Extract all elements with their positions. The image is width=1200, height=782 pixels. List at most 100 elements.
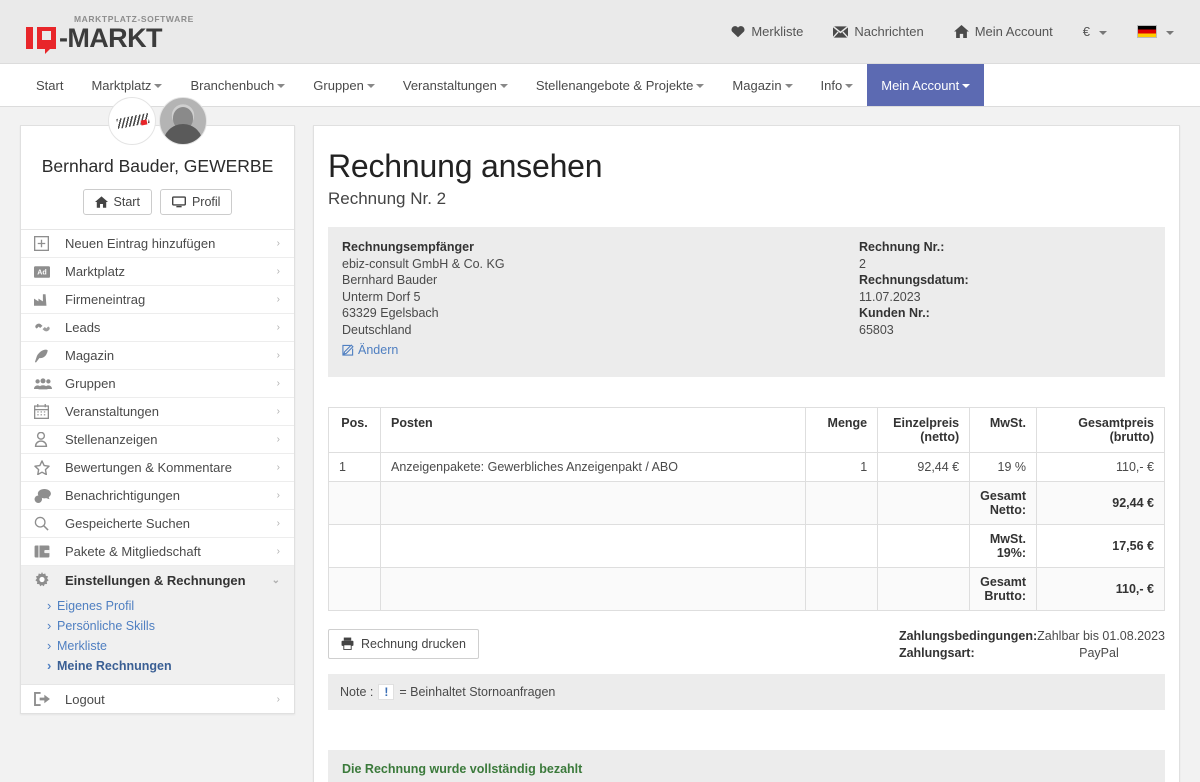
heart-icon xyxy=(731,25,745,38)
summary-value: 110,- € xyxy=(1036,566,1165,611)
user-photo-avatar[interactable] xyxy=(159,97,207,145)
chevron-right-icon: › xyxy=(276,546,280,557)
invoice-meta-key: Rechnungsdatum: xyxy=(859,273,969,287)
currency-selector[interactable]: € xyxy=(1083,24,1107,39)
chevron-down-icon xyxy=(962,84,971,88)
sidebar-item-logout[interactable]: Logout › xyxy=(21,685,294,713)
payment-method-value: PayPal xyxy=(1079,645,1119,660)
chevron-right-icon: › xyxy=(276,350,280,361)
chevron-down-icon: ⌄ xyxy=(271,574,280,586)
spacer-cell xyxy=(379,480,807,525)
sidebar-item-label: Magazin xyxy=(65,348,115,363)
language-selector[interactable] xyxy=(1137,25,1174,38)
nav-item-stellenangebote[interactable]: Stellenangebote & Projekte xyxy=(522,64,719,106)
sidebar-subitem-persoenliche-skills[interactable]: Persönliche Skills xyxy=(47,616,294,636)
edit-icon xyxy=(342,344,354,356)
cell-gesamtpreis: 110,- € xyxy=(1036,451,1165,482)
sidebar-item-firmeneintrag[interactable]: Firmeneintrag › xyxy=(21,286,294,314)
nav-label: Branchenbuch xyxy=(190,77,275,93)
company-logo-avatar[interactable] xyxy=(108,97,156,145)
calendar-icon xyxy=(34,404,56,420)
sidebar-subitem-merkliste[interactable]: Merkliste xyxy=(47,636,294,656)
summary-label: Gesamt Brutto: xyxy=(969,566,1037,611)
svg-text:Ad: Ad xyxy=(37,268,46,276)
col-posten: Posten xyxy=(379,406,807,453)
chevron-down-icon xyxy=(1099,30,1107,35)
person-icon xyxy=(34,432,56,448)
sidebar-item-label: Leads xyxy=(65,320,101,335)
nav-item-gruppen[interactable]: Gruppen xyxy=(299,64,389,106)
sidebar-item-label: Bewertungen & Kommentare xyxy=(65,460,232,475)
print-invoice-button[interactable]: Rechnung drucken xyxy=(328,628,479,659)
sidebar-subitem-meine-rechnungen[interactable]: Meine Rechnungen xyxy=(47,656,294,676)
sidebar-item-magazin[interactable]: Magazin › xyxy=(21,342,294,370)
sidebar-start-button[interactable]: Start xyxy=(82,189,152,215)
spacer-cell xyxy=(877,480,971,525)
sidebar-item-einstellungen[interactable]: Einstellungen & Rechnungen ⌄ xyxy=(21,566,294,594)
sidebar-item-gespeicherte-suchen[interactable]: Gespeicherte Suchen › xyxy=(21,510,294,538)
sidebar-item-neuer-eintrag[interactable]: Neuen Eintrag hinzufügen › xyxy=(21,230,294,258)
sidebar-item-stellenanzeigen[interactable]: Stellenanzeigen › xyxy=(21,426,294,454)
search-icon xyxy=(34,516,56,532)
page-subtitle: Rechnung Nr. 2 xyxy=(328,189,447,208)
gear-icon xyxy=(34,572,56,588)
chevron-right-icon: › xyxy=(276,294,280,305)
sidebar-item-leads[interactable]: Leads › xyxy=(21,314,294,342)
invoice-table-head: Pos. Posten Menge Einzelpreis (netto) Mw… xyxy=(328,406,1165,453)
sidebar-item-benachrichtigungen[interactable]: Benachrichtigungen › xyxy=(21,482,294,510)
nav-label: Magazin xyxy=(732,77,782,93)
spacer-cell xyxy=(379,566,807,611)
sidebar-item-gruppen[interactable]: Gruppen › xyxy=(21,370,294,398)
sidebar-item-label: Neuen Eintrag hinzufügen xyxy=(65,236,216,251)
payment-status-banner: Die Rechnung wurde vollständig bezahlt xyxy=(328,749,1165,782)
invoice-panel: Rechnung ansehen Rechnung Nr. 2 Rechnung… xyxy=(313,125,1180,782)
sidebar-subitem-eigenes-profil[interactable]: Eigenes Profil xyxy=(47,596,294,616)
nav-label: Stellenangebote & Projekte xyxy=(535,77,694,93)
spacer-cell xyxy=(877,523,971,568)
sidebar-item-marktplatz[interactable]: Ad Marktplatz › xyxy=(21,258,294,286)
sidebar-item-label: Gruppen xyxy=(65,376,116,391)
chevron-right-icon: › xyxy=(276,406,280,417)
sidebar-item-bewertungen[interactable]: Bewertungen & Kommentare › xyxy=(21,454,294,482)
sidebar-item-pakete[interactable]: Pakete & Mitgliedschaft › xyxy=(21,538,294,566)
col-gesamtpreis: Gesamtpreis (brutto) xyxy=(1036,406,1165,453)
table-summary-row: Gesamt Brutto: 110,- € xyxy=(328,566,1165,611)
sidebar-profil-button[interactable]: Profil xyxy=(159,189,233,215)
header-mein-account-link[interactable]: Mein Account xyxy=(953,24,1053,39)
recipient-line: ebiz-consult GmbH & Co. KG xyxy=(342,256,505,271)
nav-item-veranstaltungen[interactable]: Veranstaltungen xyxy=(389,64,522,106)
avatar-group xyxy=(21,97,294,145)
sidebar-item-label: Einstellungen & Rechnungen xyxy=(65,572,246,588)
invoice-table: Pos. Posten Menge Einzelpreis (netto) Mw… xyxy=(328,406,1165,611)
invoice-header-box: Rechnungsempfänger ebiz-consult GmbH & C… xyxy=(328,227,1165,377)
logo-mark: -MARKT xyxy=(26,25,194,52)
sidebar-item-label: Firmeneintrag xyxy=(65,292,146,307)
handshake-icon xyxy=(34,320,56,336)
invoice-meta-value: 65803 xyxy=(859,322,894,337)
col-pos: Pos. xyxy=(328,406,381,453)
cell-menge: 1 xyxy=(805,451,879,482)
spacer-cell xyxy=(328,523,381,568)
sidebar-item-label: Veranstaltungen xyxy=(65,404,159,419)
payment-terms-key: Zahlungsbedingungen: xyxy=(898,628,1038,643)
table-summary-row: MwSt. 19%: 17,56 € xyxy=(328,523,1165,568)
star-icon xyxy=(34,460,56,476)
logo-speech-bubble-icon xyxy=(37,27,56,49)
home-icon xyxy=(953,25,969,38)
site-logo[interactable]: MARKTPLATZ-SOFTWARE -MARKT xyxy=(26,12,194,52)
cell-mwst: 19 % xyxy=(969,451,1037,482)
invoice-actions-row: Rechnung drucken Zahlungsbedingungen: Za… xyxy=(328,628,1165,660)
header-nachrichten-link[interactable]: Nachrichten xyxy=(833,24,924,39)
nav-item-mein-account[interactable]: Mein Account xyxy=(867,64,985,106)
monitor-icon xyxy=(171,196,186,208)
logout-icon xyxy=(34,691,56,707)
sidebar-settings-submenu: Eigenes Profil Persönliche Skills Merkli… xyxy=(21,594,294,685)
recipient-line: Bernhard Bauder xyxy=(342,273,438,287)
nav-item-info[interactable]: Info xyxy=(807,64,868,106)
header-merkliste-link[interactable]: Merkliste xyxy=(731,24,803,39)
nav-item-magazin[interactable]: Magazin xyxy=(718,64,806,106)
chevron-right-icon: › xyxy=(276,378,280,389)
sidebar-item-veranstaltungen[interactable]: Veranstaltungen › xyxy=(21,398,294,426)
cell-einzelpreis: 92,44 € xyxy=(877,451,971,482)
edit-recipient-link[interactable]: Ändern xyxy=(342,342,398,359)
